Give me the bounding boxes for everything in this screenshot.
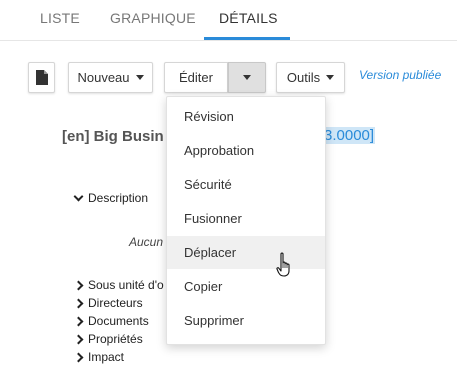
tools-button-label: Outils bbox=[286, 70, 321, 85]
section-properties[interactable]: Propriétés bbox=[73, 332, 143, 346]
new-button[interactable]: Nouveau bbox=[68, 62, 153, 93]
hand-cursor-icon bbox=[276, 252, 290, 277]
document-title: [en] Big Busin bbox=[62, 128, 164, 145]
tab-bar: LISTE GRAPHIQUE DÉTAILS bbox=[0, 0, 457, 41]
menu-item-merge[interactable]: Fusionner bbox=[167, 202, 325, 235]
section-impact-label: Impact bbox=[88, 350, 125, 364]
section-sub-unit-label: Sous unité d'o bbox=[88, 278, 164, 292]
empty-description-text: Aucun bbox=[129, 235, 164, 249]
edit-dropdown-toggle[interactable] bbox=[228, 62, 266, 93]
chevron-right-icon bbox=[73, 280, 84, 290]
active-tab-indicator bbox=[204, 37, 290, 40]
chevron-down-icon bbox=[73, 191, 84, 202]
menu-item-copy[interactable]: Copier bbox=[167, 270, 325, 303]
section-description[interactable]: Description bbox=[73, 191, 149, 205]
edit-button[interactable]: Éditer bbox=[164, 62, 228, 93]
document-button[interactable] bbox=[28, 62, 55, 93]
chevron-right-icon bbox=[73, 316, 84, 326]
section-impact[interactable]: Impact bbox=[73, 350, 125, 364]
chevron-right-icon bbox=[73, 298, 84, 308]
edit-button-label: Éditer bbox=[179, 70, 213, 85]
document-icon bbox=[35, 70, 48, 85]
chevron-right-icon bbox=[73, 334, 84, 344]
menu-item-move[interactable]: Déplacer bbox=[167, 236, 325, 269]
tools-button[interactable]: Outils bbox=[276, 62, 345, 93]
chevron-down-icon bbox=[243, 75, 251, 80]
tab-liste[interactable]: LISTE bbox=[40, 10, 80, 26]
menu-item-revision[interactable]: Révision bbox=[167, 100, 325, 133]
section-documents-label: Documents bbox=[88, 314, 149, 328]
edit-dropdown-menu: Révision Approbation Sécurité Fusionner … bbox=[166, 96, 326, 345]
section-documents[interactable]: Documents bbox=[73, 314, 149, 328]
chevron-down-icon bbox=[326, 75, 335, 80]
section-properties-label: Propriétés bbox=[88, 332, 143, 346]
menu-item-security[interactable]: Sécurité bbox=[167, 168, 325, 201]
menu-item-delete[interactable]: Supprimer bbox=[167, 304, 325, 337]
chevron-right-icon bbox=[73, 352, 84, 362]
section-sub-unit[interactable]: Sous unité d'o bbox=[73, 278, 164, 292]
chevron-down-icon bbox=[135, 75, 144, 80]
tab-details[interactable]: DÉTAILS bbox=[219, 10, 278, 26]
section-directors-label: Directeurs bbox=[88, 296, 143, 310]
menu-item-approval[interactable]: Approbation bbox=[167, 134, 325, 167]
section-description-label: Description bbox=[88, 191, 149, 205]
document-code-selected: 3.0000] bbox=[323, 127, 376, 144]
tab-graphique[interactable]: GRAPHIQUE bbox=[110, 10, 196, 26]
version-status-link[interactable]: Version publiée bbox=[359, 68, 441, 82]
section-directors[interactable]: Directeurs bbox=[73, 296, 143, 310]
new-button-label: Nouveau bbox=[77, 70, 130, 85]
